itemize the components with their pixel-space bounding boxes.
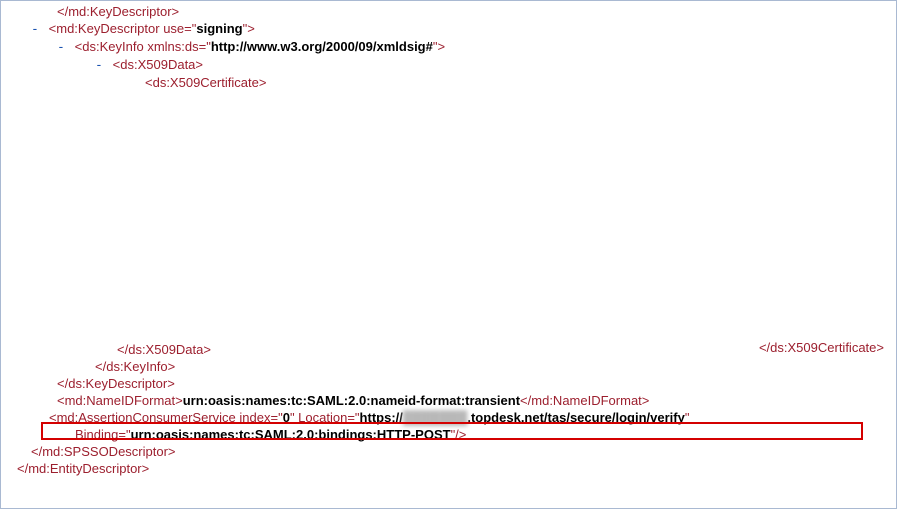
collapse-icon[interactable]: - bbox=[95, 58, 111, 73]
close-entitydescriptor: </md:EntityDescriptor> bbox=[1, 460, 896, 477]
close-keydescriptor2: </ds:KeyDescriptor> bbox=[1, 375, 896, 392]
assertion-consumer-service-binding: Binding="urn:oasis:names:tc:SAML:2.0:bin… bbox=[1, 426, 896, 443]
open-keyinfo: - <ds:KeyInfo xmlns:ds="http://www.w3.or… bbox=[1, 38, 896, 56]
collapse-icon[interactable]: - bbox=[31, 22, 47, 37]
redacted-hostname: ███████ bbox=[403, 410, 467, 425]
close-spssodescriptor: </md:SPSSODescriptor> bbox=[1, 443, 896, 460]
close-x509certificate: </ds:X509Certificate> bbox=[759, 339, 884, 356]
open-keydescriptor: - <md:KeyDescriptor use="signing"> bbox=[1, 20, 896, 38]
close-keyinfo: </ds:KeyInfo> bbox=[1, 358, 896, 375]
close-keydescriptor: </md:KeyDescriptor> bbox=[1, 3, 896, 20]
collapse-icon[interactable]: - bbox=[57, 40, 73, 55]
certificate-content-blank bbox=[1, 91, 896, 341]
nameidformat: <md:NameIDFormat>urn:oasis:names:tc:SAML… bbox=[1, 392, 896, 409]
assertion-consumer-service: <md:AssertionConsumerService index="0" L… bbox=[1, 409, 896, 426]
open-x509certificate: <ds:X509Certificate> bbox=[1, 74, 896, 91]
xml-viewer: </md:KeyDescriptor> - <md:KeyDescriptor … bbox=[0, 0, 897, 509]
open-x509data: - <ds:X509Data> bbox=[1, 56, 896, 74]
